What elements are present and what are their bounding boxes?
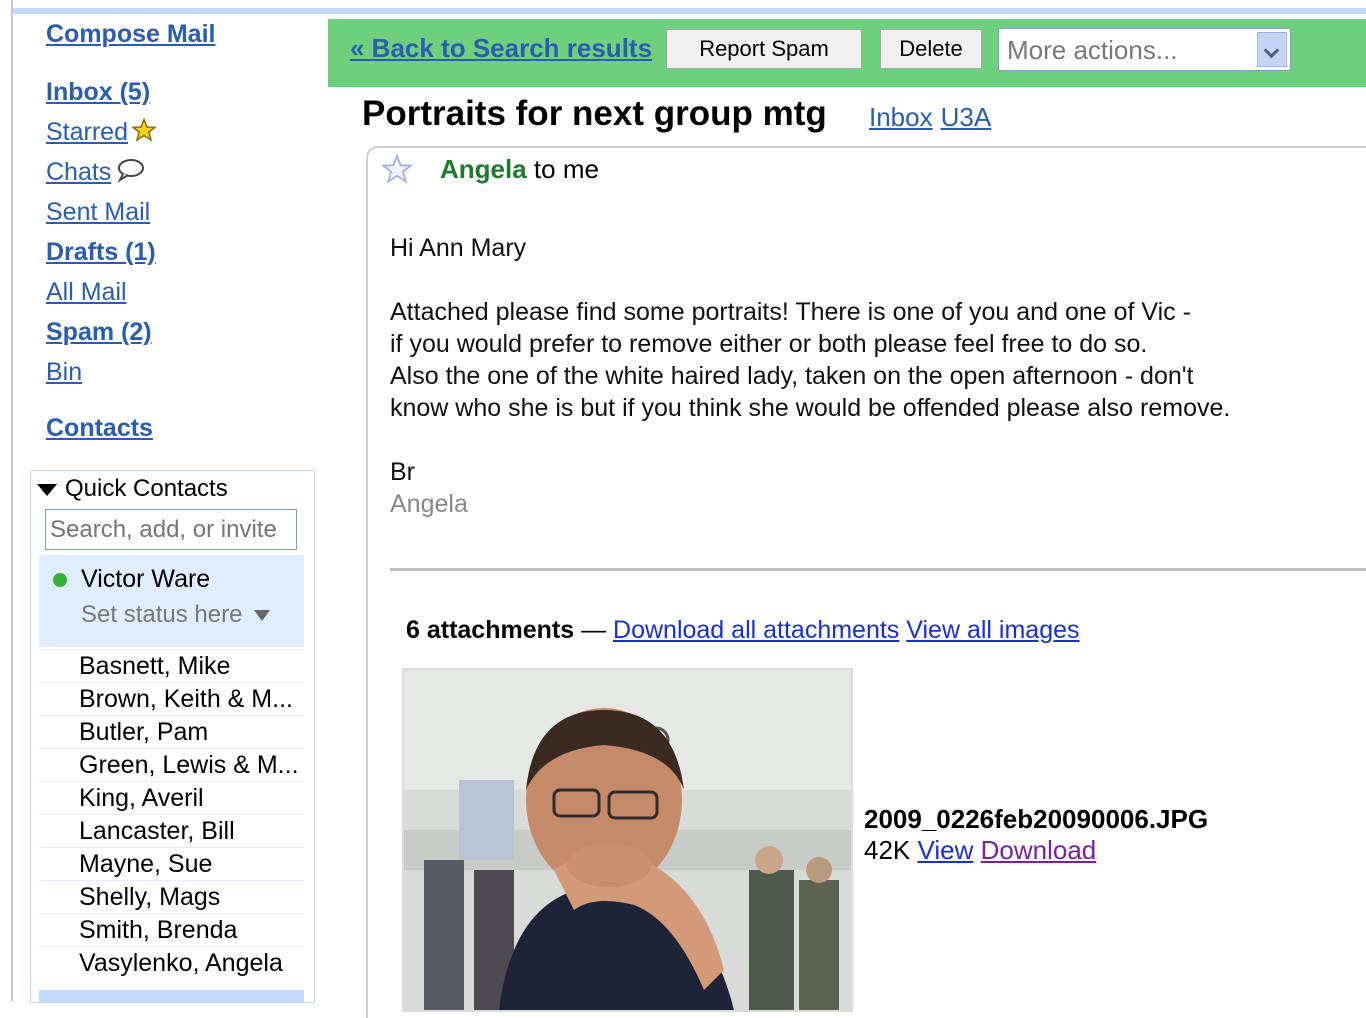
- more-actions-select[interactable]: More actions...: [998, 28, 1291, 71]
- attachments-divider: [390, 568, 1366, 571]
- sidebar-item-drafts[interactable]: Drafts (1): [46, 238, 156, 267]
- photo-image: [404, 670, 851, 1010]
- star-toggle-icon[interactable]: [380, 153, 414, 189]
- contact-search-input[interactable]: [45, 509, 297, 550]
- sidebar-item-label: Chats: [46, 158, 112, 187]
- view-attachment-link[interactable]: View: [918, 835, 974, 865]
- view-all-images-link[interactable]: View all images: [906, 616, 1079, 644]
- quick-contacts-header[interactable]: Quick Contacts: [37, 475, 228, 503]
- download-attachment-link[interactable]: Download: [981, 835, 1097, 865]
- report-spam-button[interactable]: Report Spam: [666, 29, 862, 69]
- online-status-icon: [53, 573, 67, 587]
- chat-bubble-icon: [115, 158, 145, 189]
- greeting-line: Hi Ann Mary: [390, 234, 527, 262]
- message-labels: Inbox U3A: [869, 102, 999, 133]
- contact-item[interactable]: King, Averil: [39, 781, 304, 814]
- more-actions-value: More actions...: [1007, 35, 1178, 65]
- contact-list: Basnett, Mike Brown, Keith & M... Butler…: [39, 649, 304, 979]
- sidebar-item-spam[interactable]: Spam (2): [46, 318, 152, 347]
- left-edge: [0, 0, 13, 1001]
- attachment-filename: 2009_0226feb20090006.JPG: [864, 804, 1209, 834]
- signature-line: Angela: [390, 490, 468, 518]
- quick-contacts-footer: [39, 990, 304, 1002]
- contact-item[interactable]: Vasylenko, Angela: [39, 946, 304, 979]
- sidebar-item-label: Starred: [46, 118, 128, 147]
- message-toolbar: « Back to Search results Report Spam Del…: [328, 19, 1366, 87]
- contact-item[interactable]: Shelly, Mags: [39, 880, 304, 913]
- contact-item[interactable]: Brown, Keith & M...: [39, 682, 304, 715]
- signoff-line: Br: [390, 458, 415, 486]
- sender-line: Angela to me: [440, 154, 599, 185]
- sidebar-item-chats[interactable]: Chats: [46, 158, 145, 189]
- quick-contacts-panel: Quick Contacts Victor Ware Set status he…: [30, 470, 315, 1003]
- label-u3a[interactable]: U3A: [941, 102, 992, 132]
- body-line: if you would prefer to remove either or …: [390, 330, 1148, 358]
- body-line: Attached please find some portraits! The…: [390, 298, 1191, 326]
- sidebar-item-sent[interactable]: Sent Mail: [46, 198, 150, 227]
- attachment-thumbnail[interactable]: [402, 668, 853, 1012]
- contact-item[interactable]: Green, Lewis & M...: [39, 748, 304, 781]
- attachments-count: 6 attachments: [406, 616, 575, 644]
- back-to-search-link[interactable]: « Back to Search results: [350, 33, 652, 64]
- message-subject: Portraits for next group mtg: [362, 94, 827, 133]
- body-line: know who she is but if you think she wou…: [390, 394, 1231, 422]
- attachment-size: 42K: [864, 835, 911, 865]
- sidebar-item-bin[interactable]: Bin: [46, 358, 82, 387]
- attachments-header: 6 attachments — Download all attachments…: [406, 616, 1080, 645]
- sidebar-item-all-mail[interactable]: All Mail: [46, 278, 127, 307]
- sidebar-item-starred[interactable]: Starred: [46, 117, 158, 149]
- collapse-triangle-icon: [37, 483, 57, 496]
- set-status-dropdown[interactable]: Set status here: [81, 601, 271, 629]
- contact-item[interactable]: Mayne, Sue: [39, 847, 304, 880]
- sender-name[interactable]: Angela: [440, 154, 527, 184]
- recipient-text: to me: [533, 154, 599, 184]
- my-status-panel: Victor Ware Set status here: [39, 555, 304, 647]
- star-icon: [130, 117, 158, 149]
- attachment-info: 2009_0226feb20090006.JPG 42K View Downlo…: [864, 804, 1208, 866]
- contacts-link[interactable]: Contacts: [46, 414, 153, 443]
- chevron-down-icon[interactable]: [1257, 32, 1287, 67]
- contact-item[interactable]: Basnett, Mike: [39, 649, 304, 682]
- message-pane: Angela to me Hi Ann Mary Attached please…: [366, 146, 1366, 1018]
- status-text: Set status here: [81, 601, 243, 628]
- attachments-separator: —: [581, 616, 607, 644]
- compose-mail-link[interactable]: Compose Mail: [46, 20, 215, 49]
- dropdown-arrow-icon: [254, 610, 271, 622]
- my-name: Victor Ware: [81, 565, 211, 593]
- contact-item[interactable]: Butler, Pam: [39, 715, 304, 748]
- top-strip: [0, 0, 1366, 14]
- contact-item[interactable]: Smith, Brenda: [39, 913, 304, 946]
- contact-item[interactable]: Lancaster, Bill: [39, 814, 304, 847]
- sidebar-item-inbox[interactable]: Inbox (5): [46, 78, 150, 107]
- body-line: Also the one of the white haired lady, t…: [390, 362, 1194, 390]
- download-all-link[interactable]: Download all attachments: [613, 616, 899, 644]
- label-inbox[interactable]: Inbox: [869, 102, 933, 132]
- quick-contacts-title: Quick Contacts: [65, 475, 228, 502]
- delete-button[interactable]: Delete: [880, 29, 982, 69]
